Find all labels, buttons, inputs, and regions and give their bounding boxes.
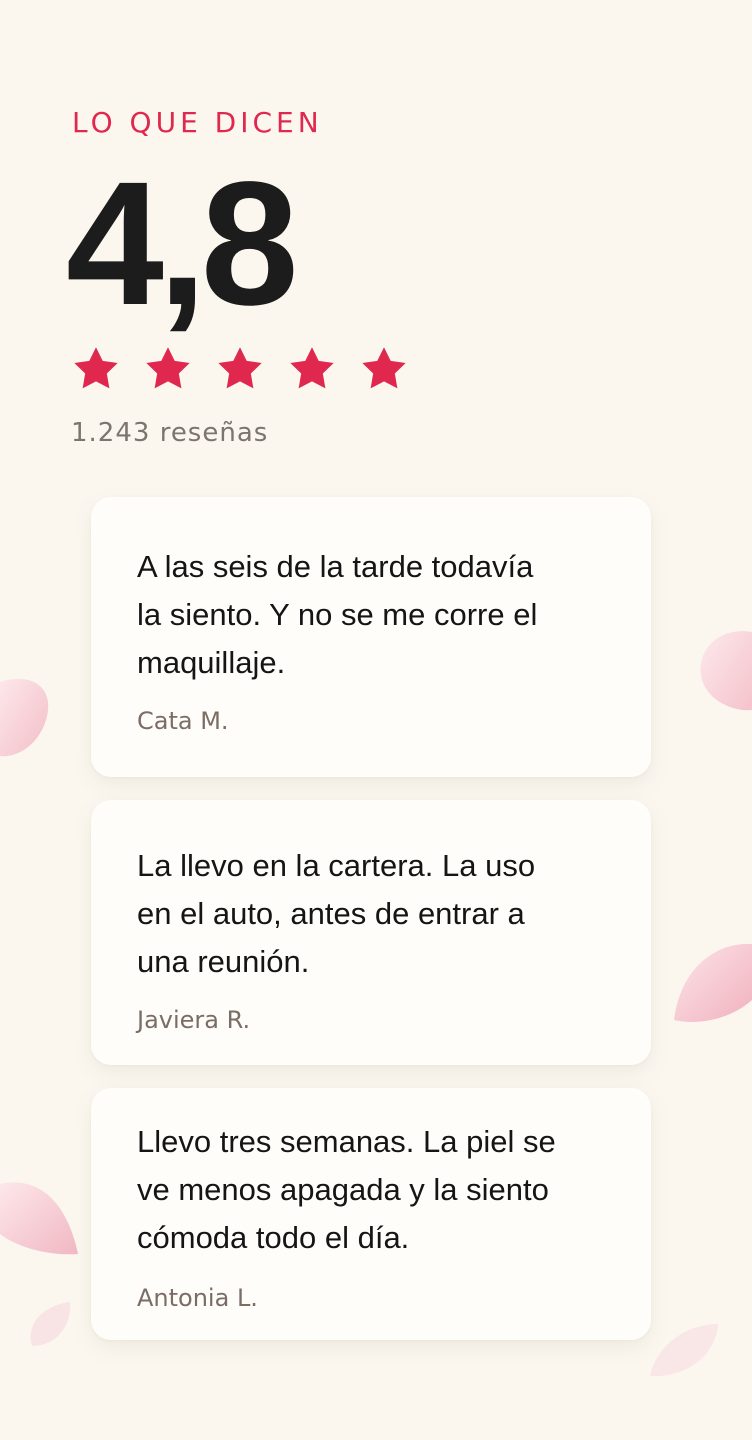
review-quote: A las seis de la tarde todavía la siento… [137,549,538,680]
review-card: A las seis de la tarde todavía la siento… [91,497,651,777]
star-icon [218,347,262,389]
star-icon [362,347,406,389]
star-icon [146,347,190,389]
star-rating [70,344,410,396]
review-author: Antonia L. [137,1284,258,1312]
review-card: La llevo en la cartera. La uso en el aut… [91,800,651,1065]
petal-icon [0,678,49,757]
section-label: LO QUE DICEN [72,106,323,139]
petal-icon [674,943,752,1022]
review-quote: La llevo en la cartera. La uso en el aut… [137,848,536,979]
review-count: 1.243 reseñas [71,418,269,448]
review-card: Llevo tres semanas. La piel se ve menos … [91,1088,651,1340]
review-quote: Llevo tres semanas. La piel se ve menos … [137,1124,556,1255]
review-author: Javiera R. [137,1006,251,1034]
average-rating: 4,8 [66,146,299,342]
petal-icon [700,631,752,711]
petal-icon [30,1302,71,1346]
star-icon [290,347,334,389]
review-author: Cata M. [137,707,229,735]
petal-icon [0,1182,78,1255]
petal-icon [650,1324,718,1377]
star-icon [74,347,118,389]
